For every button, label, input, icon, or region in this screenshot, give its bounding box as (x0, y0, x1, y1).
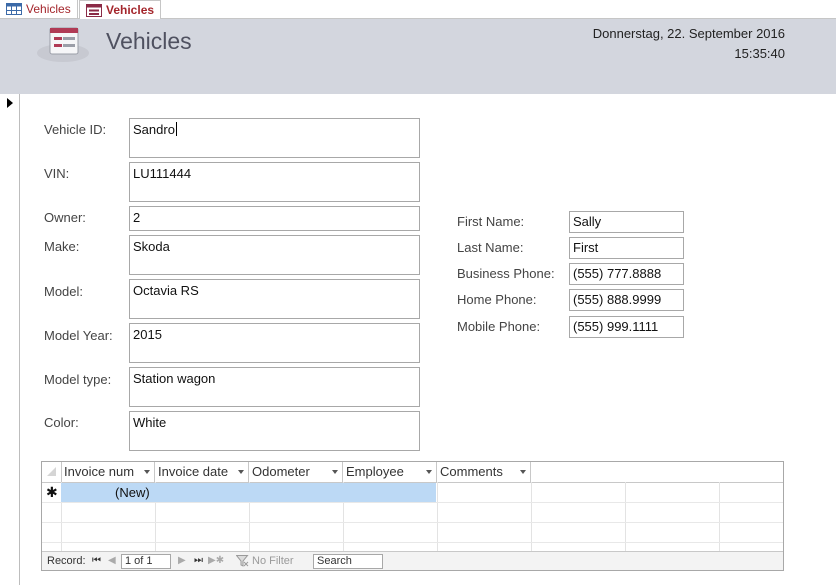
form-icon (86, 3, 102, 17)
invoices-subform: Invoice num Invoice date Odometer Employ… (41, 461, 784, 571)
grid-line (42, 522, 783, 523)
business-phone-field[interactable]: (555) 777.8888 (569, 263, 684, 285)
owner-label: Owner: (44, 210, 86, 225)
column-header-comments[interactable]: Comments (437, 462, 531, 482)
grid-line (42, 502, 783, 503)
first-name-field[interactable]: Sally (569, 211, 684, 233)
grid-line (42, 542, 783, 543)
search-input[interactable]: Search (313, 554, 383, 569)
filter-label: No Filter (252, 555, 294, 567)
tab-vehicles-table[interactable]: Vehicles (0, 0, 78, 18)
record-navigation-bar: Record: ⏮ ◀ 1 of 1 ▶ ⏭ ▶✱ No Filter Sear… (42, 551, 783, 570)
column-header-invoice-date[interactable]: Invoice date (155, 462, 249, 482)
text-caret (175, 122, 177, 136)
previous-record-icon[interactable]: ◀ (108, 555, 116, 566)
vin-label: VIN: (44, 166, 70, 181)
vehicle-id-field[interactable]: Sandro (129, 118, 420, 158)
form-header: Vehicles Donnerstag, 22. September 2016 … (0, 19, 836, 94)
header-date: Donnerstag, 22. September 2016 (592, 26, 785, 41)
column-header-odometer[interactable]: Odometer (249, 462, 343, 482)
vehicle-id-label: Vehicle ID: (44, 122, 107, 137)
first-record-icon[interactable]: ⏮ (92, 555, 101, 566)
funnel-icon (236, 555, 249, 567)
header-time: 15:35:40 (734, 46, 785, 61)
column-header-invoice-num[interactable]: Invoice num (61, 462, 155, 482)
business-phone-label: Business Phone: (457, 266, 555, 281)
owner-field[interactable]: 2 (129, 206, 420, 231)
color-label: Color: (44, 415, 79, 430)
mobile-phone-field[interactable]: (555) 999.1111 (569, 316, 684, 338)
tab-label: Vehicles (26, 2, 71, 16)
last-name-label: Last Name: (457, 240, 524, 255)
document-tabs: Vehicles Vehicles (0, 0, 836, 19)
make-field[interactable]: Skoda (129, 235, 420, 275)
subform-header-row: Invoice num Invoice date Odometer Employ… (42, 462, 783, 483)
home-phone-field[interactable]: (555) 888.9999 (569, 289, 684, 311)
chevron-down-icon[interactable] (520, 470, 526, 474)
select-all-corner[interactable] (42, 462, 62, 482)
model-label: Model: (44, 284, 84, 299)
mobile-phone-label: Mobile Phone: (457, 319, 541, 334)
tab-label: Vehicles (106, 3, 155, 17)
model-year-label: Model Year: (44, 328, 113, 343)
chevron-down-icon[interactable] (426, 470, 432, 474)
model-year-field[interactable]: 2015 (129, 323, 420, 363)
vin-field[interactable]: LU111444 (129, 162, 420, 202)
new-record-button-icon[interactable]: ▶✱ (208, 555, 224, 566)
chevron-down-icon[interactable] (238, 470, 244, 474)
current-record-arrow-icon (7, 98, 13, 108)
filter-status[interactable]: No Filter (236, 555, 294, 567)
model-field[interactable]: Octavia RS (129, 279, 420, 319)
new-record-icon: ✱ (46, 484, 58, 500)
last-record-icon[interactable]: ⏭ (194, 555, 203, 566)
vehicle-id-value: Sandro (133, 122, 175, 137)
model-type-label: Model type: (44, 372, 112, 387)
column-header-employee[interactable]: Employee (343, 462, 437, 482)
new-record-text: (New) (115, 485, 150, 500)
current-record-input[interactable]: 1 of 1 (121, 554, 171, 569)
chevron-down-icon[interactable] (332, 470, 338, 474)
first-name-label: First Name: (457, 214, 525, 229)
next-record-icon[interactable]: ▶ (178, 555, 186, 566)
color-field[interactable]: White (129, 411, 420, 451)
form-title: Vehicles (106, 28, 192, 54)
form-icon (37, 27, 89, 62)
model-type-field[interactable]: Station wagon (129, 367, 420, 407)
tab-vehicles-form[interactable]: Vehicles (79, 0, 161, 19)
table-icon (6, 3, 22, 15)
make-label: Make: (44, 239, 80, 254)
record-selector[interactable] (0, 94, 20, 585)
home-phone-label: Home Phone: (457, 292, 537, 307)
chevron-down-icon[interactable] (144, 470, 150, 474)
record-label: Record: (47, 555, 86, 567)
last-name-field[interactable]: First (569, 237, 684, 259)
